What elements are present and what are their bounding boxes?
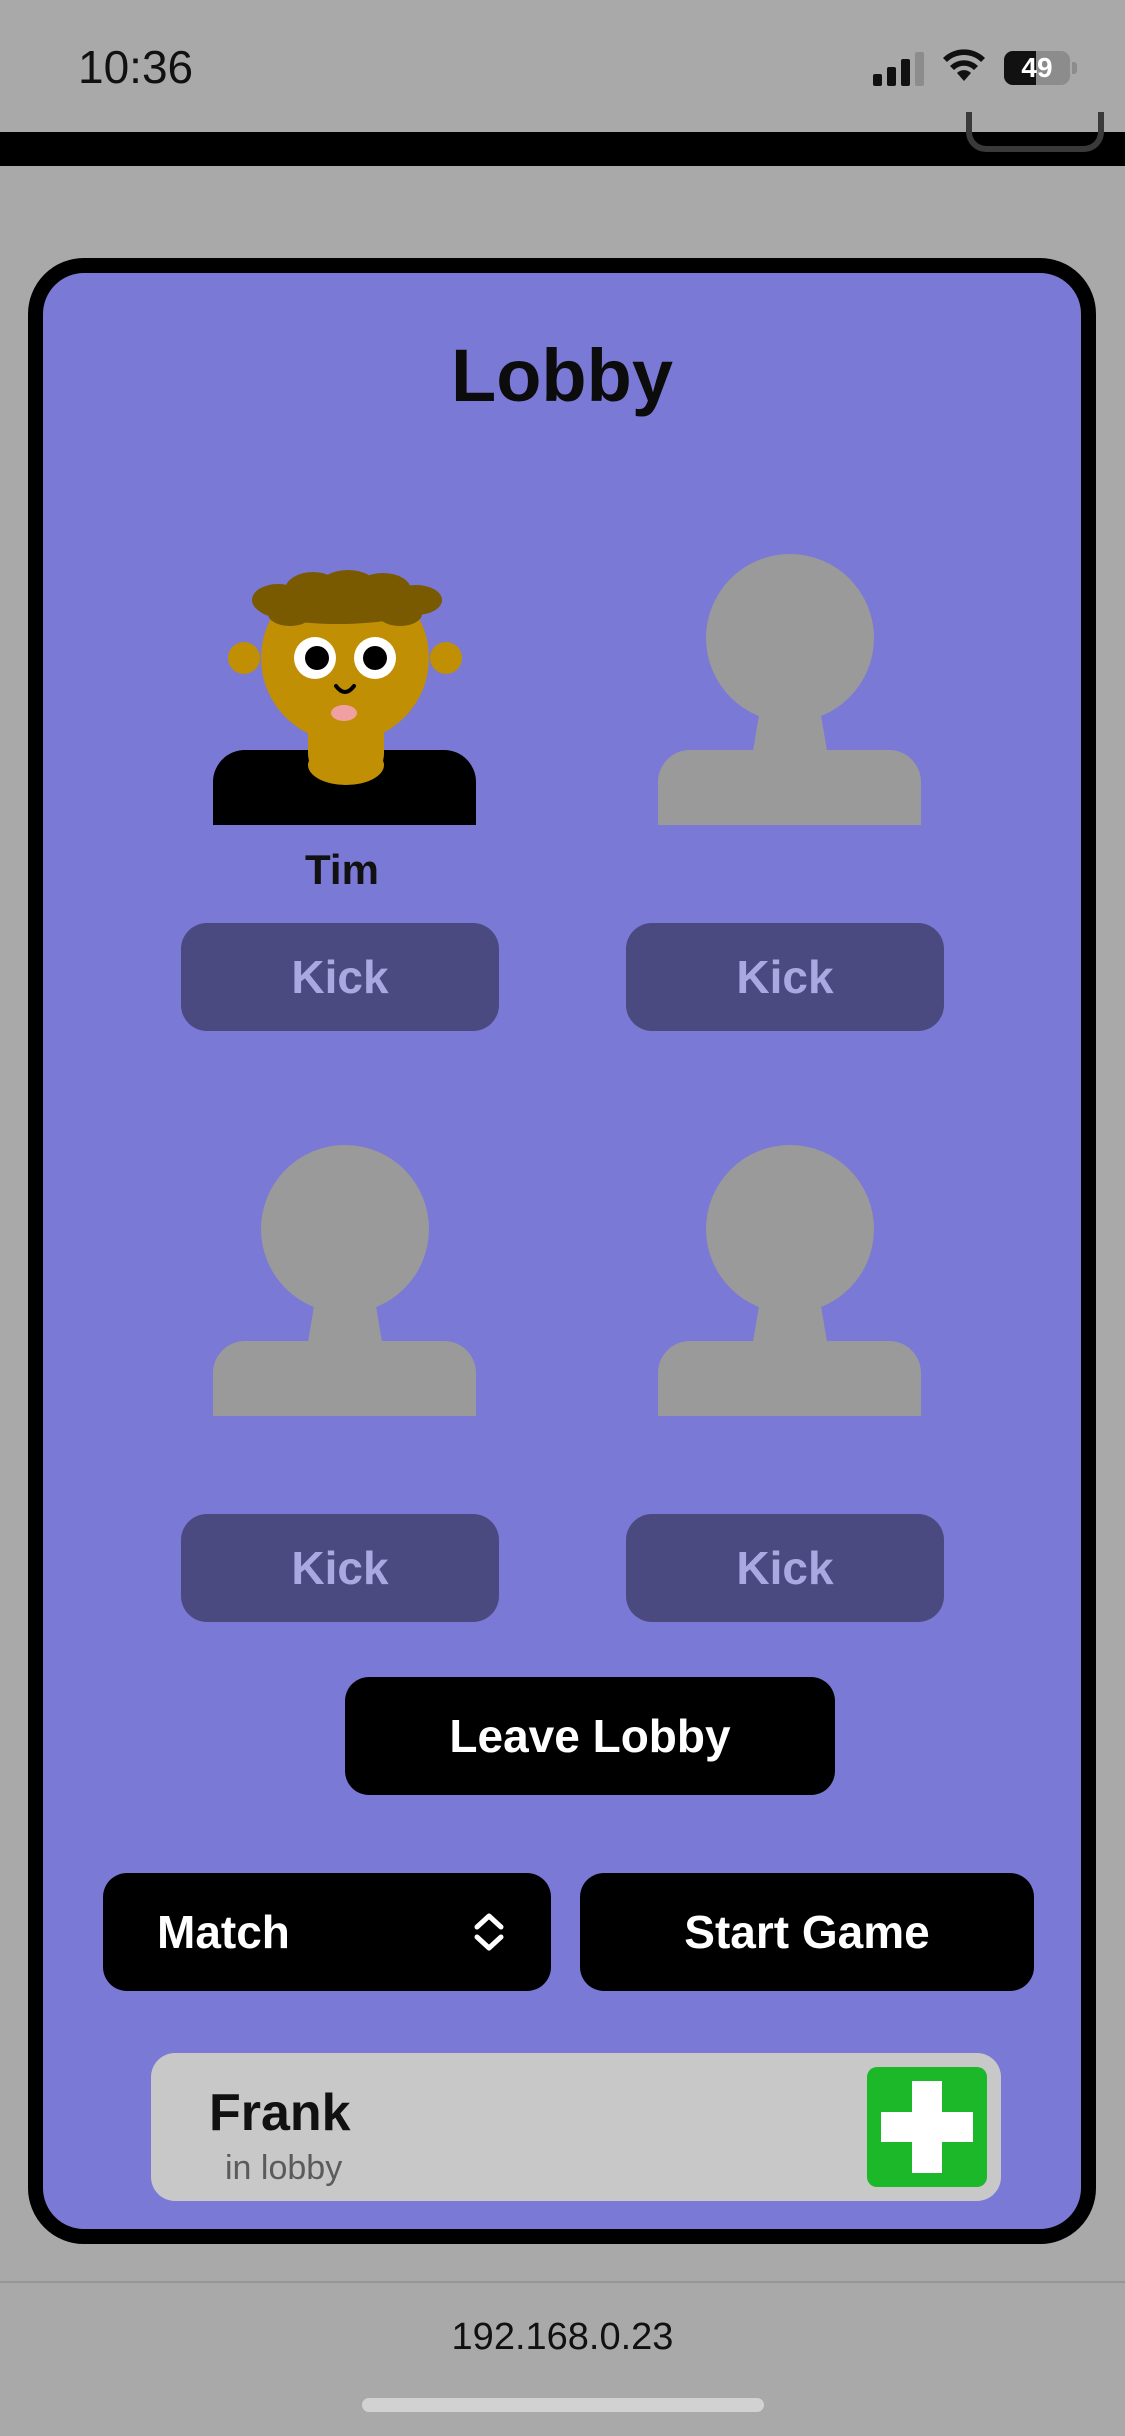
top-divider-bar xyxy=(0,132,1125,166)
invite-player-status: in lobby xyxy=(225,2149,343,2187)
invite-player-name: Frank xyxy=(209,2084,351,2142)
chevron-up-down-icon xyxy=(471,1910,507,1954)
start-game-button[interactable]: Start Game xyxy=(580,1873,1034,1991)
game-mode-select[interactable]: Match xyxy=(103,1873,551,1991)
page-title: Lobby xyxy=(451,334,673,417)
player-avatar-icon xyxy=(213,570,476,825)
player-name: Tim xyxy=(305,846,379,893)
kick-button[interactable]: Kick xyxy=(181,923,499,1031)
empty-player-silhouette-icon xyxy=(658,554,921,825)
leave-lobby-button[interactable]: Leave Lobby xyxy=(345,1677,835,1795)
battery-percent: 49 xyxy=(1021,51,1053,83)
empty-player-silhouette-icon xyxy=(213,1145,476,1416)
game-mode-value: Match xyxy=(157,1906,290,1958)
server-ip-address: 192.168.0.23 xyxy=(451,2316,674,2358)
home-indicator[interactable] xyxy=(362,2398,764,2412)
wifi-icon xyxy=(942,48,986,87)
kick-button[interactable]: Kick xyxy=(626,1514,944,1622)
dynamic-island-outline xyxy=(966,112,1104,152)
footer-divider xyxy=(0,2281,1125,2283)
invite-player-row: Frank in lobby xyxy=(151,2053,1001,2201)
cellular-signal-icon xyxy=(873,50,924,86)
kick-button[interactable]: Kick xyxy=(181,1514,499,1622)
plus-icon xyxy=(881,2081,973,2173)
kick-button[interactable]: Kick xyxy=(626,923,944,1031)
empty-player-silhouette-icon xyxy=(658,1145,921,1416)
battery-icon: 49 xyxy=(1004,50,1070,85)
status-icons: 49 xyxy=(873,48,1077,87)
status-time: 10:36 xyxy=(78,41,194,93)
add-player-button[interactable] xyxy=(867,2067,987,2187)
lobby-card: Lobby Tim Kick Kick Kick Kick Leave Lobb… xyxy=(28,258,1096,2244)
